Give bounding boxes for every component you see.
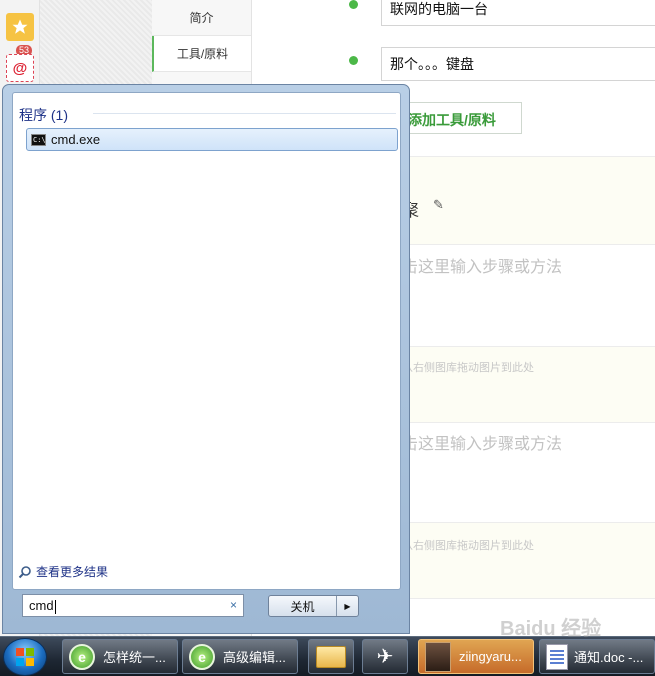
windows-logo-icon bbox=[16, 648, 34, 666]
see-more-results-link[interactable]: 查看更多结果 bbox=[18, 563, 108, 580]
favorite-star-button[interactable] bbox=[6, 13, 34, 41]
search-input-value: cmd bbox=[29, 598, 54, 613]
taskbar-item-label: 怎样统一... bbox=[103, 650, 166, 665]
shutdown-button-group: 关机 ▶ bbox=[268, 595, 359, 617]
watermark-logo: Baidu 经验 bbox=[500, 618, 602, 640]
section-divider bbox=[93, 113, 396, 114]
search-results-pane: 程序 (1) C:\ cmd.exe 查看更多结果 bbox=[12, 92, 401, 590]
word-document-icon bbox=[546, 643, 568, 670]
programs-section-header: 程序 (1) bbox=[19, 107, 68, 123]
at-icon: @ bbox=[12, 59, 28, 77]
cmd-icon: C:\ bbox=[31, 133, 46, 146]
star-icon bbox=[12, 19, 28, 34]
start-search-input[interactable]: cmd × bbox=[22, 594, 244, 617]
clear-search-icon[interactable]: × bbox=[230, 598, 237, 612]
taskbar-item-browser-2[interactable]: e 高级编辑... bbox=[182, 639, 298, 674]
search-result-cmd[interactable]: C:\ cmd.exe bbox=[26, 128, 398, 151]
step-input-prompt[interactable]: 击这里输入步骤或方法 bbox=[402, 430, 562, 454]
see-more-results-label: 查看更多结果 bbox=[36, 565, 109, 579]
search-icon bbox=[18, 565, 31, 578]
folder-icon bbox=[316, 645, 346, 668]
taskbar-item-chat[interactable]: ziingyaru... bbox=[418, 639, 534, 674]
edit-pencil-icon[interactable]: ✎ bbox=[433, 197, 444, 213]
step-input-prompt[interactable]: 击这里输入步骤或方法 bbox=[402, 253, 562, 277]
taskbar-item-label: ziingyaru... bbox=[459, 649, 522, 664]
tab-tools[interactable]: 工具/原料 bbox=[152, 36, 251, 72]
taskbar-item-label: 通知.doc -... bbox=[574, 650, 644, 665]
image-drop-hint: 从右侧图库拖动图片到此处 bbox=[402, 540, 534, 552]
shutdown-options-arrow-icon[interactable]: ▶ bbox=[337, 596, 358, 616]
tool-row: 联网的电脑一台 bbox=[252, 0, 655, 34]
bullet-dot bbox=[349, 0, 358, 9]
taskbar-item-explorer[interactable] bbox=[308, 639, 354, 674]
shutdown-button[interactable]: 关机 bbox=[269, 596, 337, 616]
taskbar-item-browser-1[interactable]: e 怎样统一... bbox=[62, 639, 178, 674]
taskbar-item-label: 高级编辑... bbox=[223, 650, 286, 665]
taskbar-item-messenger[interactable]: ✈ bbox=[362, 639, 408, 674]
text-caret bbox=[54, 599, 56, 614]
start-button[interactable] bbox=[3, 638, 47, 676]
taskbar-item-document[interactable]: 通知.doc -... bbox=[539, 639, 655, 674]
image-drop-hint: 从右侧图库拖动图片到此处 bbox=[402, 362, 534, 374]
tool-row: 那个。。。键盘 bbox=[252, 47, 655, 81]
avatar bbox=[425, 641, 451, 672]
taskbar: e 怎样统一... e 高级编辑... ✈ ziingyaru... 通知.do… bbox=[0, 636, 655, 676]
result-label: cmd.exe bbox=[51, 132, 101, 147]
tab-intro[interactable]: 简介 bbox=[152, 0, 251, 36]
browser-icon: e bbox=[189, 643, 215, 670]
mentions-button[interactable]: @ bbox=[6, 54, 34, 82]
bird-icon: ✈ bbox=[376, 646, 394, 668]
tool-input[interactable]: 那个。。。键盘 bbox=[381, 47, 655, 81]
start-menu: 程序 (1) C:\ cmd.exe 查看更多结果 cmd × 关机 ▶ bbox=[2, 84, 410, 634]
browser-icon: e bbox=[69, 643, 95, 670]
tool-input[interactable]: 联网的电脑一台 bbox=[381, 0, 655, 26]
bullet-dot bbox=[349, 56, 358, 65]
